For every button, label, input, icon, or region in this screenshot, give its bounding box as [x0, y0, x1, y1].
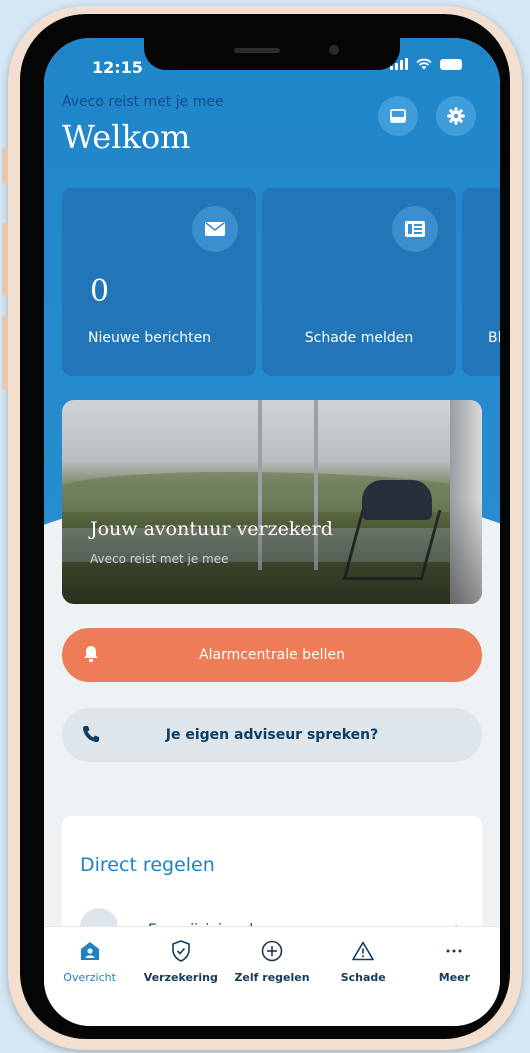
- tab-overzicht[interactable]: Overzicht: [44, 927, 135, 1026]
- warning-icon: [352, 941, 375, 961]
- card-label: Bl: [488, 330, 500, 346]
- speaker: [234, 48, 280, 53]
- volume-down-button: [2, 316, 8, 390]
- tab-label: Meer: [438, 971, 471, 984]
- tab-schade[interactable]: Schade: [318, 927, 409, 1026]
- tab-verzekering[interactable]: Verzekering: [135, 927, 226, 1026]
- more-icon: [446, 949, 462, 953]
- home-user-icon: [80, 942, 99, 960]
- header-subtitle: Aveco reist met je mee: [62, 94, 224, 110]
- shield-check-icon: [171, 940, 190, 962]
- alarm-center-button[interactable]: Alarmcentrale bellen: [62, 628, 482, 682]
- page-title: Welkom: [62, 118, 191, 156]
- advisor-button[interactable]: Je eigen adviseur spreken?: [62, 708, 482, 762]
- inbox-button[interactable]: [378, 96, 418, 136]
- alarm-button-label: Alarmcentrale bellen: [199, 647, 345, 663]
- message-count: 0: [90, 274, 110, 309]
- tab-bar: Overzicht Verzekering Zelf regelen Schad…: [44, 926, 500, 1026]
- front-camera: [329, 45, 339, 55]
- card-new-messages[interactable]: 0 Nieuwe berichten: [62, 188, 256, 376]
- inbox-icon: [390, 109, 406, 123]
- bell-icon: [84, 646, 98, 662]
- advisor-button-label: Je eigen adviseur spreken?: [165, 727, 379, 743]
- card-icon-wrap: [392, 206, 438, 252]
- card-report-damage[interactable]: Schade melden: [262, 188, 456, 376]
- promo-banner[interactable]: Jouw avontuur verzekerd Aveco reist met …: [62, 400, 482, 604]
- tab-label: Schade: [340, 971, 386, 984]
- tab-zelf-regelen[interactable]: Zelf regelen: [226, 927, 317, 1026]
- battery-icon: [440, 58, 462, 70]
- promo-title: Jouw avontuur verzekerd: [90, 518, 333, 540]
- app-screen: 12:15 Aveco reist met je mee Welkom 0 Ni…: [44, 38, 500, 1026]
- notch: [144, 38, 400, 70]
- card-partial[interactable]: Bl: [462, 188, 500, 376]
- settings-button[interactable]: [436, 96, 476, 136]
- tab-label: Verzekering: [143, 971, 218, 984]
- signal-icon: [390, 58, 408, 70]
- plus-circle-icon: [261, 940, 283, 962]
- volume-up-button: [2, 222, 8, 296]
- phone-icon: [83, 726, 99, 742]
- promo-subtitle: Aveco reist met je mee: [90, 552, 229, 566]
- tab-label: Overzicht: [63, 971, 116, 984]
- form-icon: [405, 221, 425, 237]
- quick-cards: 0 Nieuwe berichten Schade melden Bl: [62, 188, 500, 376]
- gear-icon: [447, 107, 465, 125]
- status-icons: [390, 58, 462, 70]
- tab-meer[interactable]: Meer: [409, 927, 500, 1026]
- tab-label: Zelf regelen: [234, 971, 310, 984]
- status-time: 12:15: [92, 58, 143, 77]
- card-label: Schade melden: [304, 330, 414, 346]
- card-label: Nieuwe berichten: [88, 330, 212, 346]
- card-icon-wrap: [192, 206, 238, 252]
- direct-title: Direct regelen: [80, 854, 215, 876]
- mute-switch: [2, 148, 8, 184]
- wifi-icon: [416, 58, 432, 70]
- envelope-icon: [205, 222, 225, 236]
